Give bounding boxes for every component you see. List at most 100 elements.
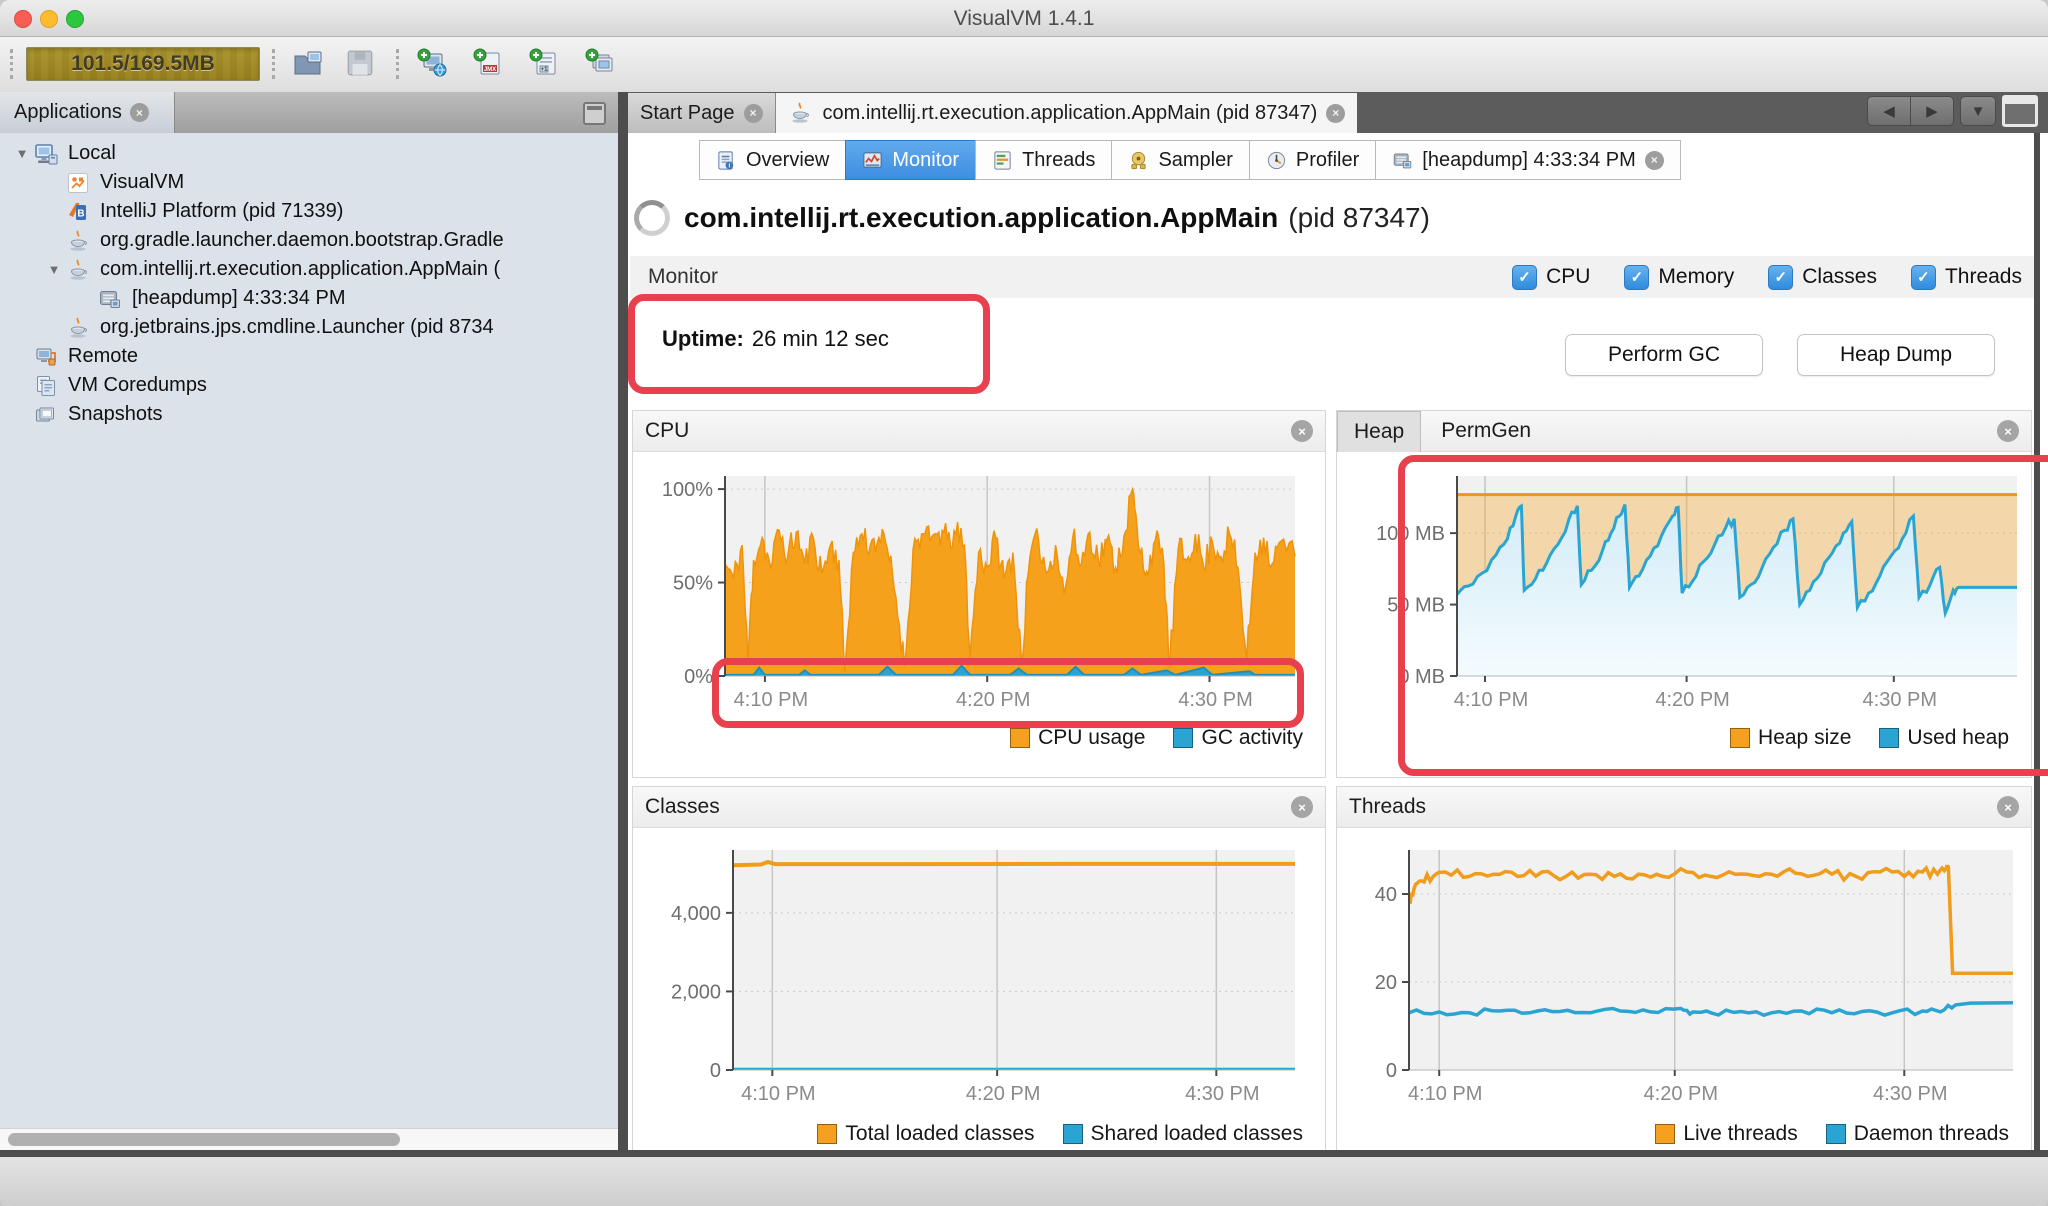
tree-item-heapdump[interactable]: [heapdump] 4:33:34 PM — [0, 284, 618, 313]
sidebar-restore-icon[interactable] — [583, 102, 606, 125]
close-applications-tab-icon[interactable] — [130, 103, 149, 122]
cpu-panel: CPU 100%50%0%4:10 PM4:20 PM4:30 PM CPU u… — [632, 410, 1326, 778]
svg-text:JMX: JMX — [484, 67, 496, 73]
checkbox-label: Classes — [1802, 265, 1877, 289]
tree-item-gradle-daemon[interactable]: org.gradle.launcher.daemon.bootstrap.Gra… — [0, 226, 618, 255]
tree-item-snapshots[interactable]: Snapshots — [0, 400, 618, 429]
tab-list-dropdown-button[interactable]: ▼ — [1960, 96, 1996, 126]
svg-text:2,000: 2,000 — [671, 981, 721, 1003]
close-start-page-icon[interactable] — [744, 104, 763, 123]
disclosure-triangle-icon[interactable]: ▼ — [42, 262, 66, 277]
subtab-heapdump[interactable]: [heapdump] 4:33:34 PM — [1375, 140, 1680, 180]
add-local-vm-icon: +1 — [528, 48, 560, 78]
profiler-icon — [1266, 150, 1287, 171]
add-jmx-connection-button[interactable]: JMX — [468, 45, 508, 81]
monitor-icon — [862, 150, 883, 171]
legend-label: Total loaded classes — [845, 1122, 1034, 1146]
document-tab-bar: Start Page com.intellij.rt.execution.app… — [628, 92, 2048, 133]
heap-dump-button[interactable]: Heap Dump — [1797, 334, 1995, 376]
checkbox-checked-icon[interactable] — [1624, 265, 1649, 290]
subtab-profiler[interactable]: Profiler — [1249, 140, 1376, 180]
heap-memory-indicator[interactable]: 101.5/169.5MB — [26, 47, 260, 81]
close-heap-panel-icon[interactable] — [1997, 420, 2019, 442]
tab-permgen[interactable]: PermGen — [1425, 413, 1547, 449]
subtab-label: Overview — [746, 149, 829, 172]
subtab-overview[interactable]: i Overview — [699, 140, 846, 180]
heap-chart: 100 MB50 MB0 MB4:10 PM4:20 PM4:30 PM — [1337, 460, 2031, 720]
app-name: com.intellij.rt.execution.application.Ap… — [684, 202, 1278, 233]
add-local-vm-button[interactable]: +1 — [524, 45, 564, 81]
coredumps-icon — [34, 374, 60, 398]
close-threads-panel-icon[interactable] — [1997, 796, 2019, 818]
legend-label: Shared loaded classes — [1091, 1122, 1303, 1146]
tab-appmain[interactable]: com.intellij.rt.execution.application.Ap… — [776, 93, 1358, 133]
svg-text:4:20 PM: 4:20 PM — [1655, 689, 1729, 711]
scroll-tabs-left-button[interactable]: ◀ — [1867, 96, 1911, 126]
disclosure-triangle-icon[interactable]: ▼ — [10, 146, 34, 161]
legend-item: CPU usage — [1010, 726, 1145, 750]
legend-swatch — [1010, 728, 1030, 748]
checkbox-cpu[interactable]: CPU — [1512, 265, 1590, 290]
svg-text:40: 40 — [1375, 884, 1397, 906]
svg-text:4:30 PM: 4:30 PM — [1873, 1083, 1947, 1105]
subtab-sampler[interactable]: Sampler — [1111, 140, 1249, 180]
monitor-section-header: Monitor CPU Memory Classes Threads — [630, 256, 2034, 298]
start-page-tab-label: Start Page — [640, 102, 735, 125]
svg-text:B: B — [77, 208, 84, 219]
svg-text:4,000: 4,000 — [671, 903, 721, 925]
checkbox-checked-icon[interactable] — [1512, 265, 1537, 290]
tree-item-jps-launcher[interactable]: org.jetbrains.jps.cmdline.Launcher (pid … — [0, 313, 618, 342]
checkbox-threads[interactable]: Threads — [1911, 265, 2022, 290]
close-heapdump-subtab-icon[interactable] — [1645, 151, 1664, 170]
checkbox-classes[interactable]: Classes — [1768, 265, 1877, 290]
view-subtabs: i Overview Monitor Threads Sampler Profi… — [700, 140, 1681, 180]
tab-heap[interactable]: Heap — [1337, 411, 1421, 452]
subtab-threads[interactable]: Threads — [975, 140, 1112, 180]
svg-text:50 MB: 50 MB — [1387, 595, 1445, 617]
legend-item: Daemon threads — [1826, 1122, 2009, 1146]
svg-text:4:10 PM: 4:10 PM — [741, 1083, 815, 1105]
legend-swatch — [817, 1124, 837, 1144]
subtab-label: Threads — [1022, 149, 1095, 172]
toolbar-grip — [10, 49, 13, 79]
subtab-label: Profiler — [1296, 149, 1359, 172]
load-snapshot-button[interactable] — [288, 45, 328, 81]
subtab-monitor[interactable]: Monitor — [845, 140, 976, 180]
sidebar-horizontal-scrollbar[interactable] — [0, 1128, 618, 1151]
close-cpu-panel-icon[interactable] — [1291, 420, 1313, 442]
tree-item-local[interactable]: ▼ Local — [0, 139, 618, 168]
close-appmain-tab-icon[interactable] — [1326, 104, 1345, 123]
subtab-label: Monitor — [892, 149, 959, 172]
checkbox-memory[interactable]: Memory — [1624, 265, 1734, 290]
tree-item-remote[interactable]: Remote — [0, 342, 618, 371]
tab-applications[interactable]: Applications — [0, 92, 175, 133]
legend-label: GC activity — [1201, 726, 1303, 750]
checkbox-checked-icon[interactable] — [1768, 265, 1793, 290]
applications-tab-label: Applications — [14, 101, 122, 124]
scroll-tabs-right-button[interactable]: ▶ — [1910, 96, 1954, 126]
svg-text:0: 0 — [1386, 1060, 1397, 1082]
intellij-icon: B — [66, 200, 92, 224]
classes-panel-title: Classes — [645, 795, 720, 819]
checkbox-checked-icon[interactable] — [1911, 265, 1936, 290]
tree-item-appmain[interactable]: ▼ com.intellij.rt.execution.application.… — [0, 255, 618, 284]
tab-start-page[interactable]: Start Page — [628, 93, 776, 133]
scrollbar-thumb[interactable] — [8, 1133, 400, 1146]
save-snapshot-button[interactable] — [340, 45, 380, 81]
checkbox-label: Threads — [1945, 265, 2022, 289]
tree-item-vm-coredumps[interactable]: VM Coredumps — [0, 371, 618, 400]
overview-icon: i — [716, 150, 737, 171]
legend-swatch — [1655, 1124, 1675, 1144]
tree-item-visualvm[interactable]: VisualVM — [0, 168, 618, 197]
perform-gc-button[interactable]: Perform GC — [1565, 334, 1763, 376]
classes-chart-legend: Total loaded classes Shared loaded classe… — [633, 1116, 1325, 1152]
add-remote-host-button[interactable] — [412, 45, 452, 81]
close-classes-panel-icon[interactable] — [1291, 796, 1313, 818]
splitter[interactable] — [618, 92, 628, 1150]
tree-item-intellij[interactable]: B IntelliJ Platform (pid 71339) — [0, 197, 618, 226]
add-snapshot-button[interactable] — [580, 45, 620, 81]
legend-item: GC activity — [1173, 726, 1303, 750]
monitor-title: Monitor — [648, 265, 718, 289]
maximize-view-button[interactable] — [2002, 95, 2038, 127]
subtab-label: Sampler — [1158, 149, 1232, 172]
